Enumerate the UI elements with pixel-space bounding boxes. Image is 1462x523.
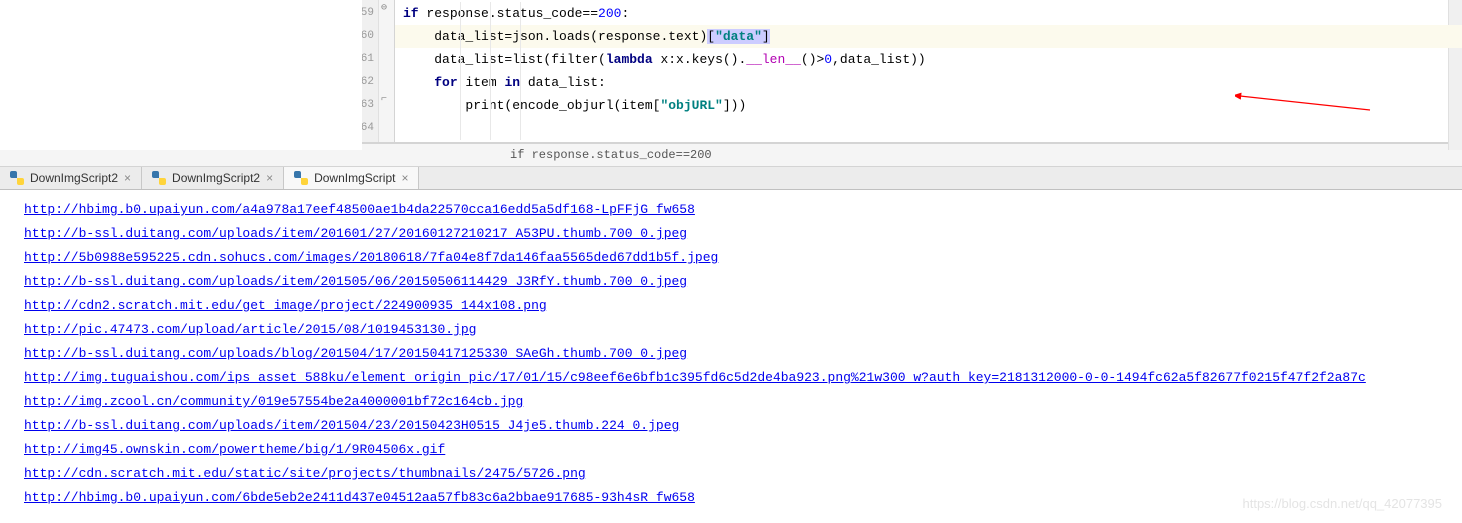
tab-label: DownImgScript (314, 171, 395, 185)
output-line: http://cdn.scratch.mit.edu/static/site/p… (24, 462, 1438, 486)
code-text-area[interactable]: if response.status_code==200: data_list=… (395, 0, 1462, 142)
output-url-link[interactable]: http://img.tuguaishou.com/ips_asset_588k… (24, 370, 1366, 385)
output-line: http://5b0988e595225.cdn.sohucs.com/imag… (24, 246, 1438, 270)
output-line: http://img.tuguaishou.com/ips_asset_588k… (24, 366, 1438, 390)
output-url-link[interactable]: http://hbimg.b0.upaiyun.com/6bde5eb2e241… (24, 490, 695, 505)
editor-margin (0, 0, 362, 150)
close-icon[interactable]: × (266, 171, 273, 185)
tab-label: DownImgScript2 (172, 171, 260, 185)
code-line[interactable]: data_list=list(filter(lambda x:x.keys().… (395, 48, 1462, 71)
output-url-link[interactable]: http://b-ssl.duitang.com/uploads/item/20… (24, 274, 687, 289)
output-url-link[interactable]: http://hbimg.b0.upaiyun.com/a4a978a17eef… (24, 202, 695, 217)
output-tab-bar: DownImgScript2×DownImgScript2×DownImgScr… (0, 167, 1462, 190)
breadcrumb-text: if response.status_code==200 (510, 148, 712, 162)
tab-label: DownImgScript2 (30, 171, 118, 185)
fold-marker-icon[interactable]: ⊖ (381, 2, 387, 14)
output-url-link[interactable]: http://b-ssl.duitang.com/uploads/item/20… (24, 418, 679, 433)
output-url-link[interactable]: http://cdn2.scratch.mit.edu/get_image/pr… (24, 298, 547, 313)
output-line: http://hbimg.b0.upaiyun.com/6bde5eb2e241… (24, 486, 1438, 510)
output-url-link[interactable]: http://b-ssl.duitang.com/uploads/item/20… (24, 226, 687, 241)
python-file-icon (294, 171, 308, 185)
output-url-link[interactable]: http://pic.47473.com/upload/article/2015… (24, 322, 476, 337)
output-url-link[interactable]: http://b-ssl.duitang.com/uploads/blog/20… (24, 346, 687, 361)
output-line: http://pic.47473.com/upload/article/2015… (24, 318, 1438, 342)
code-line[interactable]: for item in data_list: (395, 71, 1462, 94)
output-line: http://hbimg.b0.upaiyun.com/a4a978a17eef… (24, 198, 1438, 222)
code-line[interactable] (395, 117, 1462, 140)
output-tab[interactable]: DownImgScript × (284, 167, 419, 189)
output-url-link[interactable]: http://img45.ownskin.com/powertheme/big/… (24, 442, 445, 457)
output-url-link[interactable]: http://img.zcool.cn/community/019e57554b… (24, 394, 523, 409)
python-file-icon (152, 171, 166, 185)
console-output[interactable]: http://hbimg.b0.upaiyun.com/a4a978a17eef… (0, 190, 1462, 518)
python-file-icon (10, 171, 24, 185)
close-icon[interactable]: × (401, 171, 408, 185)
output-tab[interactable]: DownImgScript2 × (0, 167, 142, 189)
output-line: http://b-ssl.duitang.com/uploads/blog/20… (24, 342, 1438, 366)
output-url-link[interactable]: http://5b0988e595225.cdn.sohucs.com/imag… (24, 250, 718, 265)
output-url-link[interactable]: http://cdn.scratch.mit.edu/static/site/p… (24, 466, 586, 481)
output-line: http://b-ssl.duitang.com/uploads/item/20… (24, 270, 1438, 294)
code-line[interactable]: if response.status_code==200: (395, 2, 1462, 25)
output-tab[interactable]: DownImgScript2 × (142, 167, 284, 189)
close-icon[interactable]: × (124, 171, 131, 185)
code-editor: 596061626364 ⊖ ⌐ if response.status_code… (0, 0, 1462, 143)
output-line: http://img.zcool.cn/community/019e57554b… (24, 390, 1438, 414)
fold-gutter[interactable]: ⊖ ⌐ (378, 0, 394, 142)
output-line: http://b-ssl.duitang.com/uploads/item/20… (24, 414, 1438, 438)
output-line: http://b-ssl.duitang.com/uploads/item/20… (24, 222, 1438, 246)
code-line[interactable]: data_list=json.loads(response.text)["dat… (395, 25, 1462, 48)
fold-end-icon: ⌐ (381, 94, 387, 105)
annotation-arrow-icon (1235, 92, 1375, 112)
output-line: http://cdn2.scratch.mit.edu/get_image/pr… (24, 294, 1438, 318)
output-line: http://img45.ownskin.com/powertheme/big/… (24, 438, 1438, 462)
